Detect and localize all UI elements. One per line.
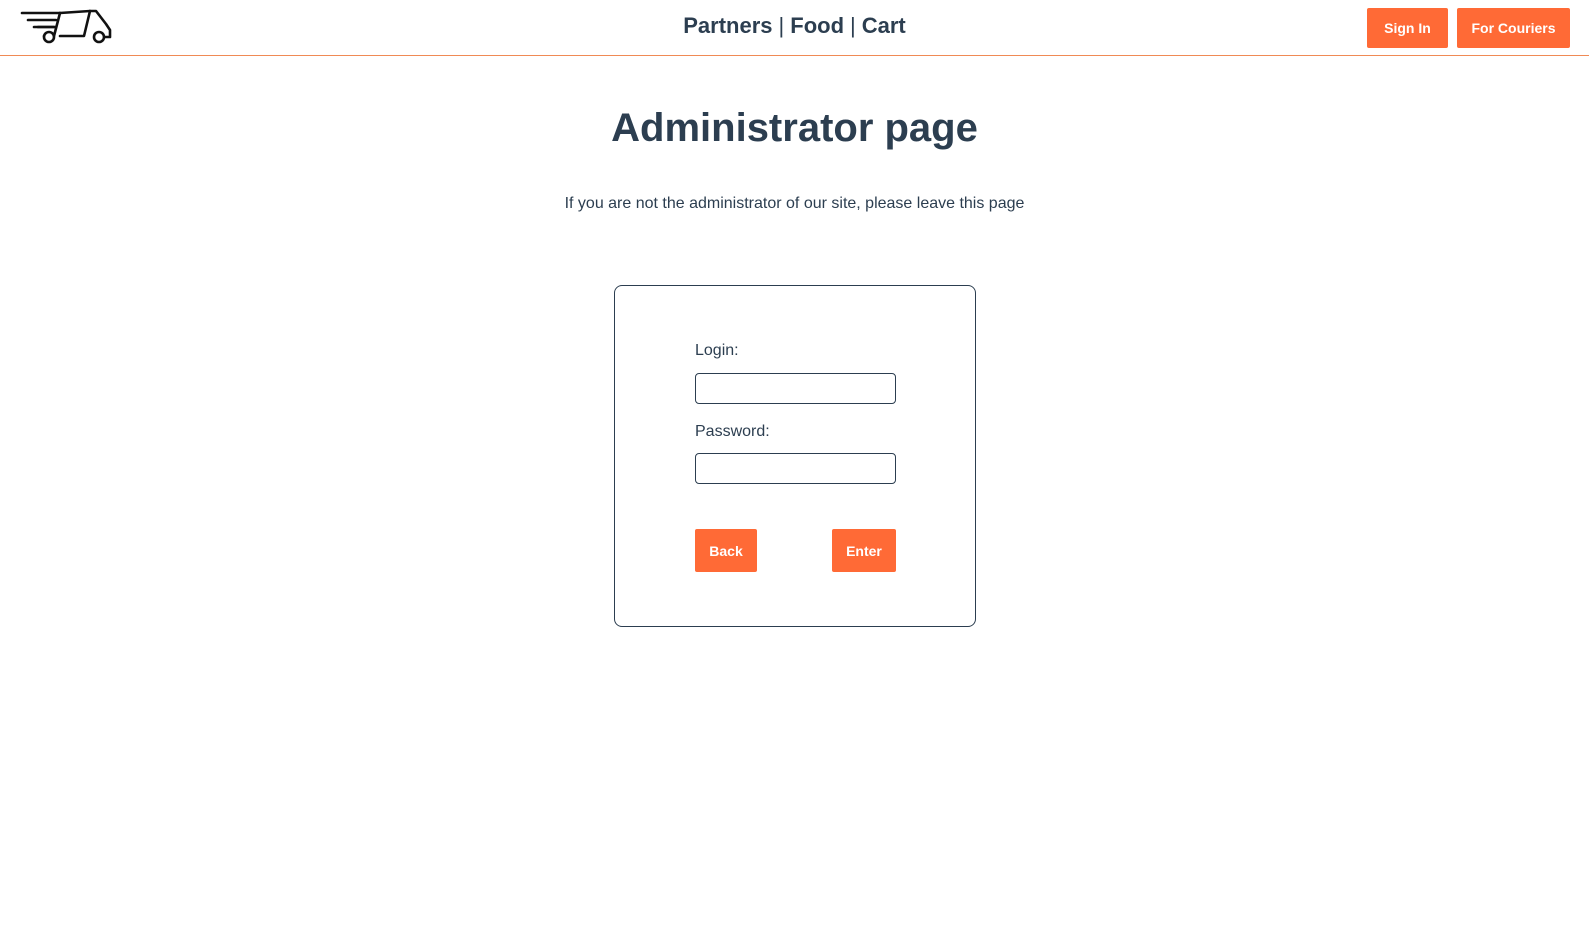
nav-food-link[interactable]: Food [790,13,844,38]
login-form-card: Login: Password: Back Enter [614,285,976,627]
password-input[interactable] [695,453,896,484]
for-couriers-button[interactable]: For Couriers [1457,8,1570,48]
nav-separator: | [778,13,785,38]
delivery-truck-icon[interactable] [20,6,112,46]
nav-partners-link[interactable]: Partners [683,13,772,38]
admin-notice: If you are not the administrator of our … [564,195,1025,212]
sign-in-button[interactable]: Sign In [1367,8,1448,48]
back-button[interactable]: Back [695,529,757,572]
nav-separator: | [850,13,856,38]
password-label: Password: [695,423,770,440]
page-title: Administrator page [611,106,978,150]
enter-button[interactable]: Enter [832,529,896,572]
nav-cart-link[interactable]: Cart [862,13,906,38]
site-header: Partners | Food | Cart Sign In For Couriers [0,0,1589,56]
login-input[interactable] [695,373,896,404]
main-nav: Partners | Food | Cart [0,12,1589,40]
login-label: Login: [695,342,739,359]
